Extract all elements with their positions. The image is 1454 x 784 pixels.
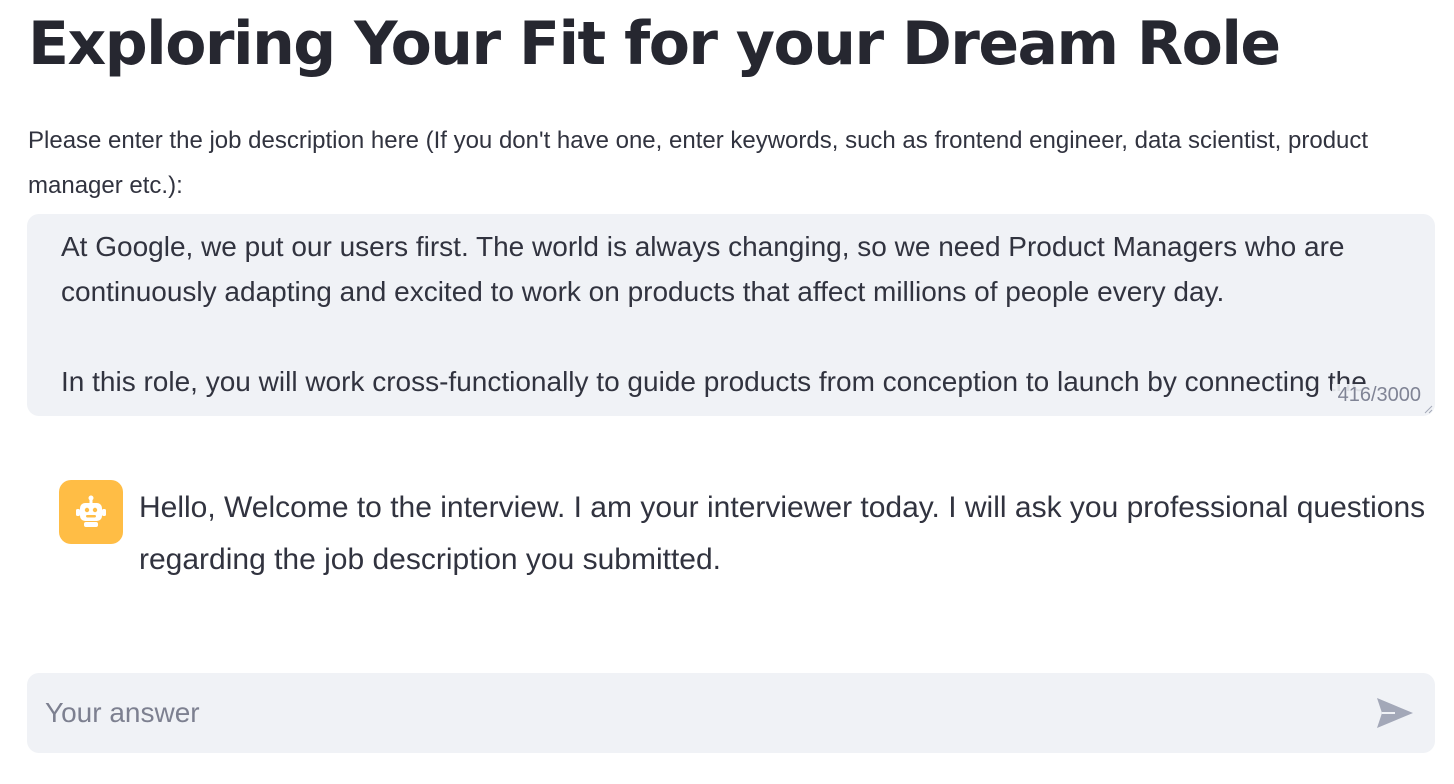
send-button[interactable] <box>1373 693 1417 733</box>
chat-message-text: Hello, Welcome to the interview. I am yo… <box>139 491 1426 576</box>
job-description-container: 416/3000 <box>27 214 1435 416</box>
answer-input[interactable] <box>27 673 1347 753</box>
character-count: 416/3000 <box>1331 384 1421 407</box>
send-icon <box>1377 698 1413 728</box>
job-description-textarea[interactable] <box>27 214 1435 416</box>
app-page: Exploring Your Fit for your Dream Role P… <box>0 0 1454 784</box>
robot-icon <box>76 495 106 527</box>
assistant-avatar <box>59 480 123 544</box>
job-description-label: Please enter the job description here (I… <box>28 127 1369 199</box>
chat-message-assistant: Hello, Welcome to the interview. I am yo… <box>59 480 1449 586</box>
resize-handle-icon[interactable] <box>1423 404 1433 414</box>
page-title: Exploring Your Fit for your Dream Role <box>28 9 1281 79</box>
chat-input-container <box>27 673 1435 753</box>
